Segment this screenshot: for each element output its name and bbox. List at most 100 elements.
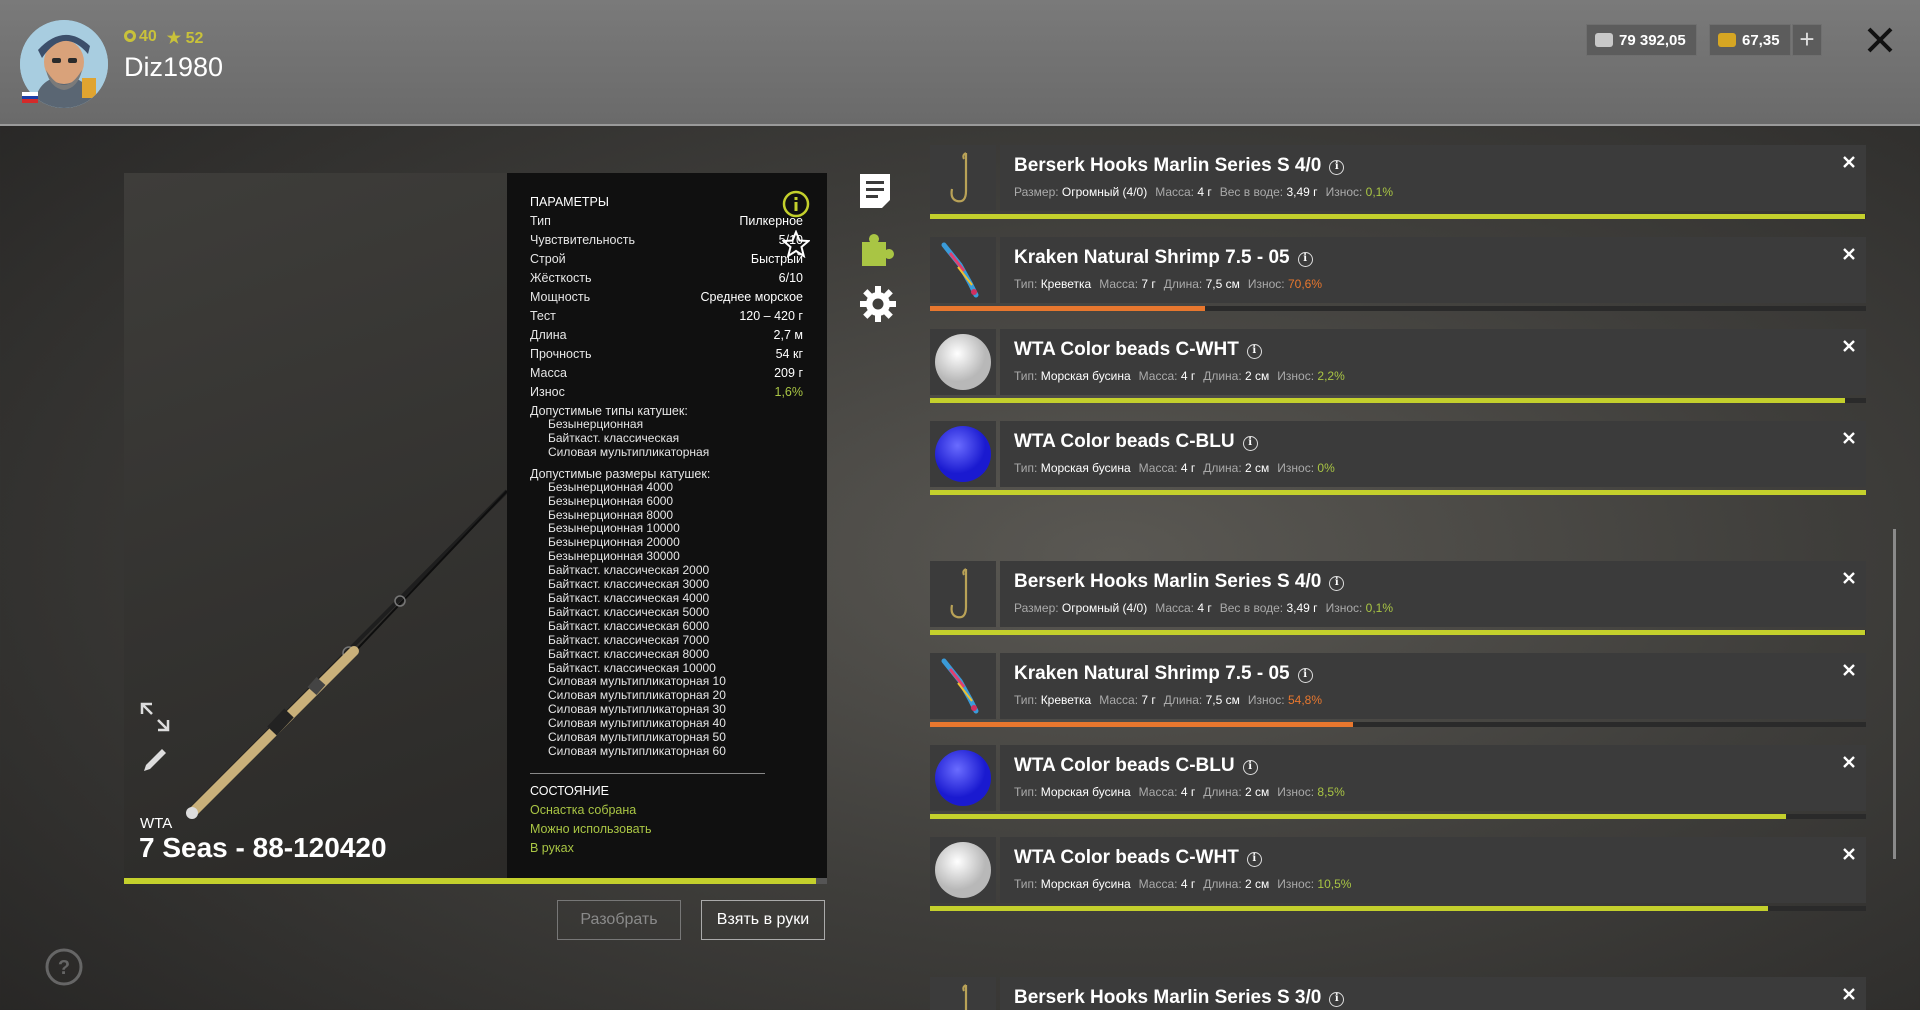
stat-label: Масса: bbox=[1138, 461, 1178, 475]
condition-fill bbox=[930, 722, 1354, 727]
remove-icon[interactable] bbox=[1842, 247, 1856, 261]
remove-icon[interactable] bbox=[1842, 155, 1856, 169]
document-icon[interactable] bbox=[858, 172, 892, 210]
remove-icon[interactable] bbox=[1842, 571, 1856, 585]
param-label: Строй bbox=[530, 252, 566, 266]
stat-label: Масса: bbox=[1138, 369, 1178, 383]
stat-value: 7 г bbox=[1141, 277, 1156, 291]
silver-balance[interactable]: 79 392,05 bbox=[1586, 24, 1697, 56]
stat-value: 2 см bbox=[1245, 461, 1270, 475]
stat-value: 4 г bbox=[1197, 601, 1212, 615]
info-icon[interactable] bbox=[782, 190, 810, 218]
stat-value: 4 г bbox=[1180, 877, 1196, 891]
level-stat: 40 bbox=[124, 28, 157, 48]
tackle-item[interactable]: Kraken Natural Shrimp 7.5 - 05 i Тип: Крев… bbox=[930, 653, 1866, 728]
stat-value: 7 г bbox=[1141, 693, 1156, 707]
rod-preview bbox=[124, 173, 509, 878]
parameters-list: Тип Пилкерное Чувствительность 5/10 Строй Быс… bbox=[530, 212, 803, 402]
tackle-item-title: Berserk Hooks Marlin Series S 4/0 bbox=[1014, 571, 1322, 592]
stat-value: 0,1% bbox=[1365, 185, 1394, 199]
take-in-hands-button[interactable]: Взять в руки bbox=[701, 900, 825, 940]
param-label: Износ bbox=[530, 385, 565, 399]
reel-size-item: Силовая мультипликаторная 30 bbox=[548, 702, 726, 717]
help-icon[interactable]: ? bbox=[44, 947, 84, 987]
info-icon[interactable]: i bbox=[1246, 852, 1262, 867]
state-title: СОСТОЯНИЕ bbox=[530, 783, 609, 798]
stat-value: Морская бусина bbox=[1040, 369, 1131, 383]
param-row: Тест 120 – 420 г bbox=[530, 307, 803, 326]
info-icon[interactable]: i bbox=[1242, 436, 1258, 451]
scrollbar[interactable] bbox=[1893, 529, 1896, 859]
tackle-item[interactable]: Kraken Natural Shrimp 7.5 - 05 i Тип: Крев… bbox=[930, 237, 1866, 312]
param-label: Масса bbox=[530, 366, 567, 380]
add-currency-button[interactable]: + bbox=[1792, 24, 1822, 56]
stat-value: 2 см bbox=[1245, 877, 1270, 891]
condition-bar bbox=[930, 814, 1866, 819]
tackle-item-body: WTA Color beads C-BLU i Тип: Морская бусин… bbox=[1000, 745, 1866, 811]
param-label: Чувствительность bbox=[530, 233, 635, 247]
tackle-item-body: Berserk Hooks Marlin Series S 4/0 i Размер… bbox=[1000, 145, 1866, 211]
tackle-item[interactable]: WTA Color beads C-BLU i Тип: Морская бусин… bbox=[930, 745, 1866, 820]
remove-icon[interactable] bbox=[1842, 431, 1856, 445]
param-row: Строй Быстрый bbox=[530, 250, 803, 269]
condition-fill bbox=[930, 630, 1866, 635]
settings-gear-icon[interactable] bbox=[858, 284, 898, 324]
tackle-item-name: WTA Color beads C-WHT i bbox=[1014, 339, 1262, 361]
tackle-item[interactable]: Berserk Hooks Marlin Series S 4/0 i Размер… bbox=[930, 561, 1866, 636]
stat-label: Масса: bbox=[1099, 693, 1139, 707]
disassemble-button[interactable]: Разобрать bbox=[557, 900, 681, 940]
tackle-item[interactable]: WTA Color beads C-WHT i Тип: Морская бусин… bbox=[930, 837, 1866, 912]
remove-icon[interactable] bbox=[1842, 987, 1856, 1001]
bead-blue-thumbnail bbox=[930, 745, 996, 811]
favorite-star-icon[interactable] bbox=[782, 230, 810, 258]
stat-label: Масса: bbox=[1099, 277, 1139, 291]
tackle-item[interactable]: WTA Color beads C-WHT i Тип: Морская бусин… bbox=[930, 329, 1866, 404]
close-icon[interactable] bbox=[1864, 24, 1896, 56]
player-stats: 40 ★ 52 bbox=[124, 28, 203, 48]
stat-label: Тип: bbox=[1014, 369, 1038, 383]
info-icon[interactable]: i bbox=[1329, 160, 1345, 175]
stat-label: Износ: bbox=[1277, 369, 1315, 383]
param-row: Мощность Среднее морское bbox=[530, 288, 803, 307]
pencil-icon[interactable] bbox=[138, 743, 172, 777]
shrimp-thumbnail bbox=[930, 237, 996, 303]
reel-size-item: Силовая мультипликаторная 50 bbox=[548, 730, 726, 745]
tackle-item-stats: Тип: Морская бусина Масса: 4 г Длина: 2 см… bbox=[1014, 369, 1353, 383]
info-icon[interactable]: i bbox=[1242, 760, 1258, 775]
param-row: Масса 209 г bbox=[530, 364, 803, 383]
tackle-item-body: Kraken Natural Shrimp 7.5 - 05 i Тип: Крев… bbox=[1000, 653, 1866, 719]
bead-white-thumbnail bbox=[930, 837, 996, 903]
state-line: Оснастка собрана bbox=[530, 802, 637, 817]
tackle-item[interactable]: Berserk Hooks Marlin Series S 3/0 i bbox=[930, 977, 1866, 1010]
info-icon[interactable]: i bbox=[1329, 992, 1345, 1007]
condition-fill bbox=[930, 306, 1206, 311]
hook-thumbnail bbox=[930, 145, 996, 211]
tackle-item-name: WTA Color beads C-BLU i bbox=[1014, 431, 1258, 453]
stat-label: Масса: bbox=[1155, 185, 1195, 199]
remove-icon[interactable] bbox=[1842, 663, 1856, 677]
svg-text:?: ? bbox=[58, 957, 70, 979]
tackle-item[interactable]: Berserk Hooks Marlin Series S 4/0 i Размер… bbox=[930, 145, 1866, 220]
info-icon[interactable]: i bbox=[1297, 668, 1313, 683]
tackle-item[interactable]: WTA Color beads C-BLU i Тип: Морская бусин… bbox=[930, 421, 1866, 496]
remove-icon[interactable] bbox=[1842, 847, 1856, 861]
info-icon[interactable]: i bbox=[1246, 344, 1262, 359]
stat-value: 4 г bbox=[1197, 185, 1212, 199]
gold-balance[interactable]: 67,35 bbox=[1709, 24, 1791, 56]
param-row: Жёсткость 6/10 bbox=[530, 269, 803, 288]
reel-size-item: Безынерционная 20000 bbox=[548, 535, 680, 550]
tackle-item-body: Kraken Natural Shrimp 7.5 - 05 i Тип: Крев… bbox=[1000, 237, 1866, 303]
rank-stat: ★ 52 bbox=[167, 28, 204, 48]
info-icon[interactable]: i bbox=[1329, 576, 1345, 591]
stat-value: 7,5 см bbox=[1205, 693, 1240, 707]
remove-icon[interactable] bbox=[1842, 339, 1856, 353]
fullscreen-icon[interactable] bbox=[138, 700, 172, 734]
stat-label: Размер: bbox=[1014, 185, 1059, 199]
condition-bar bbox=[930, 214, 1866, 219]
gold-coin-icon bbox=[1718, 33, 1736, 47]
tackle-item-body: Berserk Hooks Marlin Series S 4/0 i Размер… bbox=[1000, 561, 1866, 627]
puzzle-icon[interactable] bbox=[858, 228, 898, 268]
info-icon[interactable]: i bbox=[1297, 252, 1313, 267]
parameters-panel: ПАРАМЕТРЫ Тип Пилкерное Чувствительность 5/… bbox=[507, 173, 827, 878]
remove-icon[interactable] bbox=[1842, 755, 1856, 769]
